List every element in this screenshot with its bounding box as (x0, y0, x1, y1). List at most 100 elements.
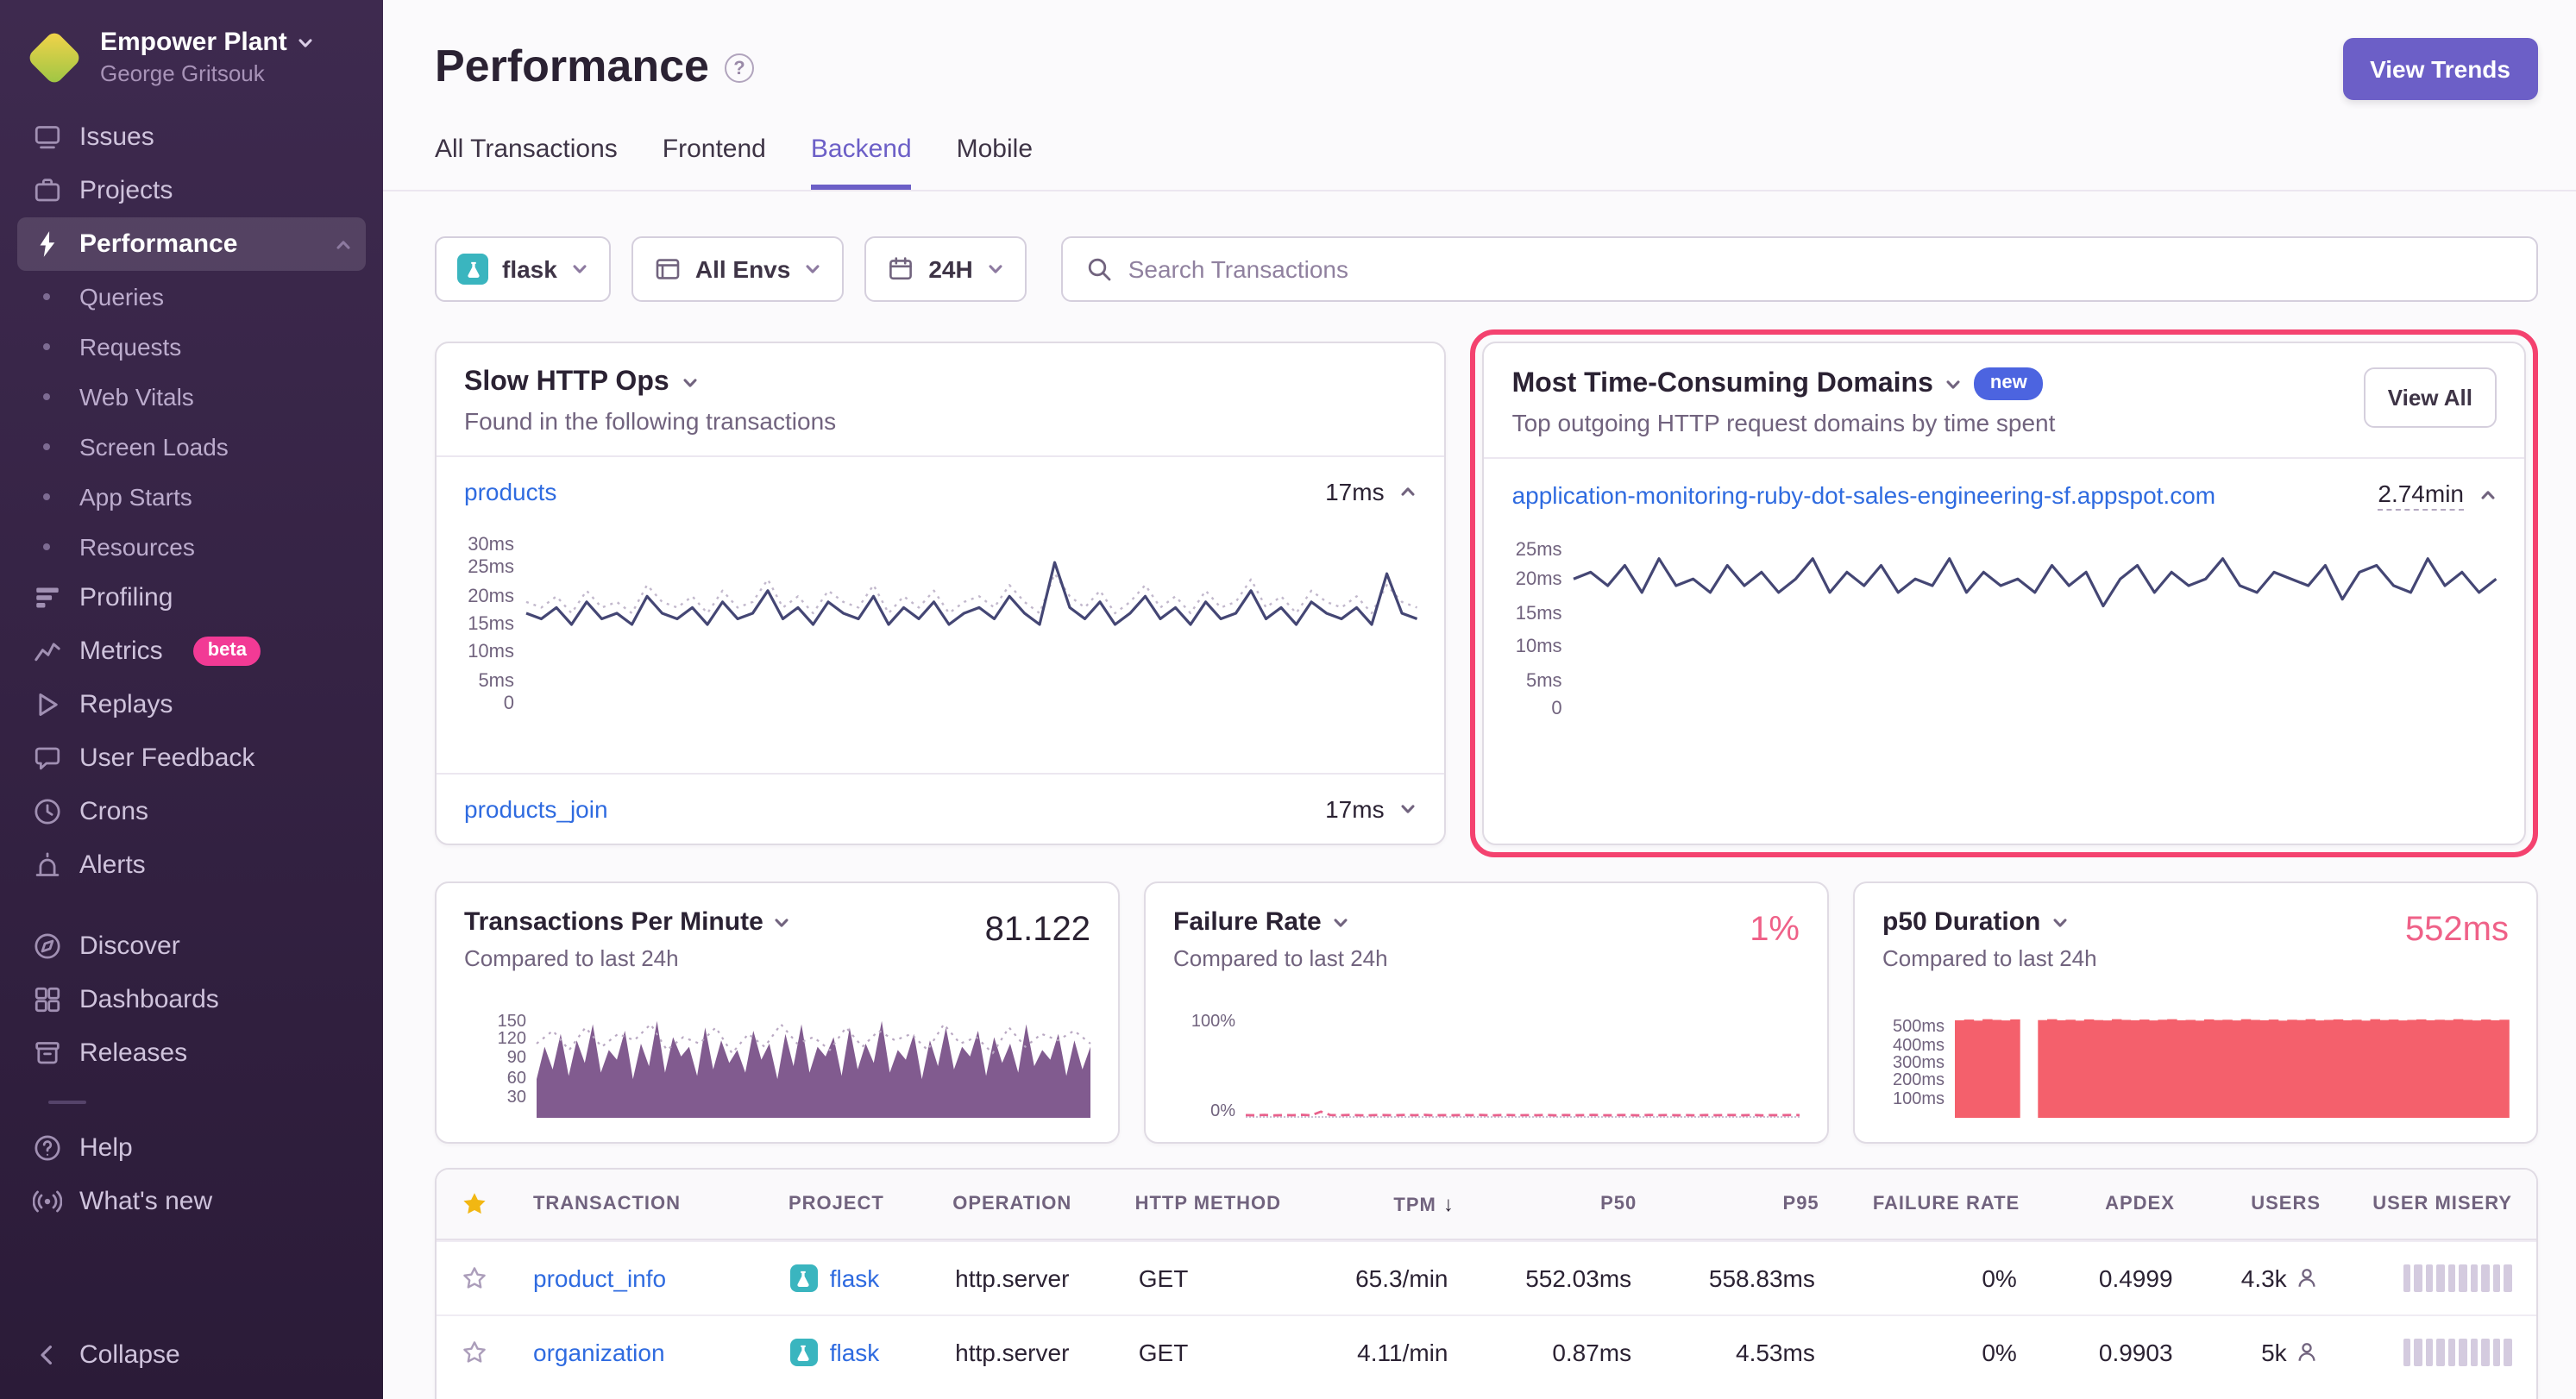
sidebar-item-resources[interactable]: Resources (17, 521, 366, 571)
sidebar-item-performance[interactable]: Performance (17, 217, 366, 271)
sidebar-item-issues[interactable]: Issues (17, 110, 366, 164)
view-trends-button[interactable]: View Trends (2342, 38, 2538, 100)
p50-cell: 552.03ms (1473, 1242, 1656, 1314)
list-item: products 17ms (437, 455, 1445, 526)
users-cell: 4.3k (2197, 1242, 2344, 1314)
user-misery-bars (2368, 1339, 2512, 1366)
org-switcher[interactable]: Empower Plant George Gritsouk (0, 21, 383, 110)
view-all-button[interactable]: View All (2364, 367, 2497, 428)
sidebar-item-queries[interactable]: Queries (17, 271, 366, 321)
transactions-table: TRANSACTION PROJECT OPERATION HTTP METHO… (435, 1168, 2538, 1399)
projects-icon (31, 176, 62, 205)
tpm-chart (537, 1018, 1090, 1118)
widget-title-dropdown[interactable]: Most Time-Consuming Domains new (1512, 367, 2056, 401)
chart-y-axis: 100%0% (1173, 1018, 1246, 1118)
transaction-link[interactable]: organization (533, 1339, 665, 1366)
operation-cell: http.server (931, 1316, 1115, 1389)
metrics-row: Transactions Per Minute Compared to last… (435, 881, 2538, 1144)
transaction-link-products-join[interactable]: products_join (464, 795, 608, 823)
new-badge: new (1975, 367, 2043, 401)
col-p95: P95 (1661, 1171, 1843, 1237)
domain-link[interactable]: application-monitoring-ruby-dot-sales-en… (1512, 482, 2216, 510)
tab-mobile[interactable]: Mobile (957, 135, 1033, 190)
p50-duration-widget: p50 Duration Compared to last 24h 552ms … (1853, 881, 2538, 1144)
sidebar-item-metrics[interactable]: Metrics beta (17, 624, 366, 678)
col-project: PROJECT (764, 1171, 928, 1237)
page-title: Performance (435, 38, 709, 93)
project-filter-dropdown[interactable]: flask (435, 236, 611, 302)
sidebar-item-help[interactable]: Help (17, 1121, 366, 1175)
expand-row-button[interactable] (1400, 800, 1417, 818)
beta-badge: beta (194, 637, 261, 667)
help-icon (31, 1133, 62, 1163)
http-method-cell: GET (1115, 1316, 1298, 1389)
time-range-dropdown[interactable]: 24H (864, 236, 1026, 302)
org-logo-icon (24, 28, 83, 86)
sidebar-item-crons[interactable]: Crons (17, 785, 366, 838)
sidebar-item-releases[interactable]: Releases (17, 1026, 366, 1080)
filter-bar: flask All Envs 24H (435, 236, 2538, 302)
p50-duration-chart (1955, 1018, 2509, 1118)
col-tpm-sort[interactable]: TPM↓ (1305, 1170, 1479, 1239)
project-link[interactable]: flask (830, 1339, 880, 1366)
slow-http-ops-panel: Slow HTTP Ops Found in the following tra… (435, 342, 1447, 845)
p50-value: 552ms (2405, 911, 2509, 950)
search-transactions-box[interactable] (1061, 236, 2538, 302)
discover-icon (31, 932, 62, 961)
project-link[interactable]: flask (830, 1264, 880, 1292)
tpm-cell: 4.11/min (1297, 1316, 1472, 1389)
search-input[interactable] (1128, 255, 2514, 283)
sidebar-item-replays[interactable]: Replays (17, 678, 366, 731)
collapse-row-button[interactable] (1400, 483, 1417, 500)
collapse-sidebar-button[interactable]: Collapse (17, 1328, 366, 1382)
app: Empower Plant George Gritsouk Issues Pro… (0, 0, 2576, 1399)
sidebar-footer: Collapse (0, 1328, 383, 1382)
sidebar-item-projects[interactable]: Projects (17, 164, 366, 217)
star-icon (461, 1190, 488, 1218)
duration-value: 17ms (1325, 795, 1384, 823)
widget-subtitle: Found in the following transactions (464, 407, 1417, 435)
chart-y-axis: 25ms20ms15ms10ms5ms0 (1502, 546, 1574, 715)
tab-all-transactions[interactable]: All Transactions (435, 135, 618, 190)
widget-title-dropdown[interactable]: p50 Duration (1882, 907, 2097, 937)
sidebar-item-discover[interactable]: Discover (17, 919, 366, 973)
page-help-icon[interactable]: ? (725, 53, 754, 83)
sidebar-item-web-vitals[interactable]: Web Vitals (17, 371, 366, 421)
col-http-method: HTTP METHOD (1111, 1171, 1305, 1237)
widget-title-dropdown[interactable]: Failure Rate (1173, 907, 1388, 937)
page-content: flask All Envs 24H (383, 191, 2576, 1399)
star-toggle-icon[interactable] (461, 1264, 488, 1292)
environment-filter-dropdown[interactable]: All Envs (631, 236, 845, 302)
org-name: Empower Plant (100, 28, 287, 59)
sidebar-item-alerts[interactable]: Alerts (17, 838, 366, 892)
transaction-link[interactable]: product_info (533, 1264, 666, 1292)
bullet-icon (43, 492, 50, 499)
user-misery-bars (2368, 1264, 2512, 1292)
collapse-row-button[interactable] (2479, 487, 2497, 505)
alerts-icon (31, 850, 62, 880)
users-cell: 5k (2197, 1316, 2344, 1389)
http-method-cell: GET (1115, 1242, 1298, 1314)
tab-backend[interactable]: Backend (811, 135, 912, 190)
table-row: product_info flask http.server GET 65.3/… (437, 1240, 2536, 1314)
sidebar-item-requests[interactable]: Requests (17, 321, 366, 371)
p95-cell: 558.83ms (1656, 1242, 1839, 1314)
sidebar-nav: Issues Projects Performance Queries Requ… (0, 110, 383, 1228)
sidebar-item-whats-new[interactable]: What's new (17, 1175, 366, 1228)
sidebar-item-screen-loads[interactable]: Screen Loads (17, 421, 366, 471)
col-transaction: TRANSACTION (509, 1171, 764, 1237)
star-toggle-icon[interactable] (461, 1339, 488, 1366)
widget-title-dropdown[interactable]: Slow HTTP Ops (464, 367, 1417, 398)
chevron-down-icon (804, 260, 821, 278)
transaction-link-products[interactable]: products (464, 478, 556, 505)
sidebar-item-profiling[interactable]: Profiling (17, 571, 366, 624)
sidebar-item-app-starts[interactable]: App Starts (17, 471, 366, 521)
tab-frontend[interactable]: Frontend (663, 135, 766, 190)
list-item: application-monitoring-ruby-dot-sales-en… (1485, 458, 2524, 532)
failure-rate-cell: 0% (1839, 1242, 2041, 1314)
user-feedback-icon (31, 743, 62, 773)
widget-title-dropdown[interactable]: Transactions Per Minute (464, 907, 791, 937)
tab-bar: All Transactions Frontend Backend Mobile (383, 100, 2576, 191)
sidebar-item-user-feedback[interactable]: User Feedback (17, 731, 366, 785)
sidebar-item-dashboards[interactable]: Dashboards (17, 973, 366, 1026)
